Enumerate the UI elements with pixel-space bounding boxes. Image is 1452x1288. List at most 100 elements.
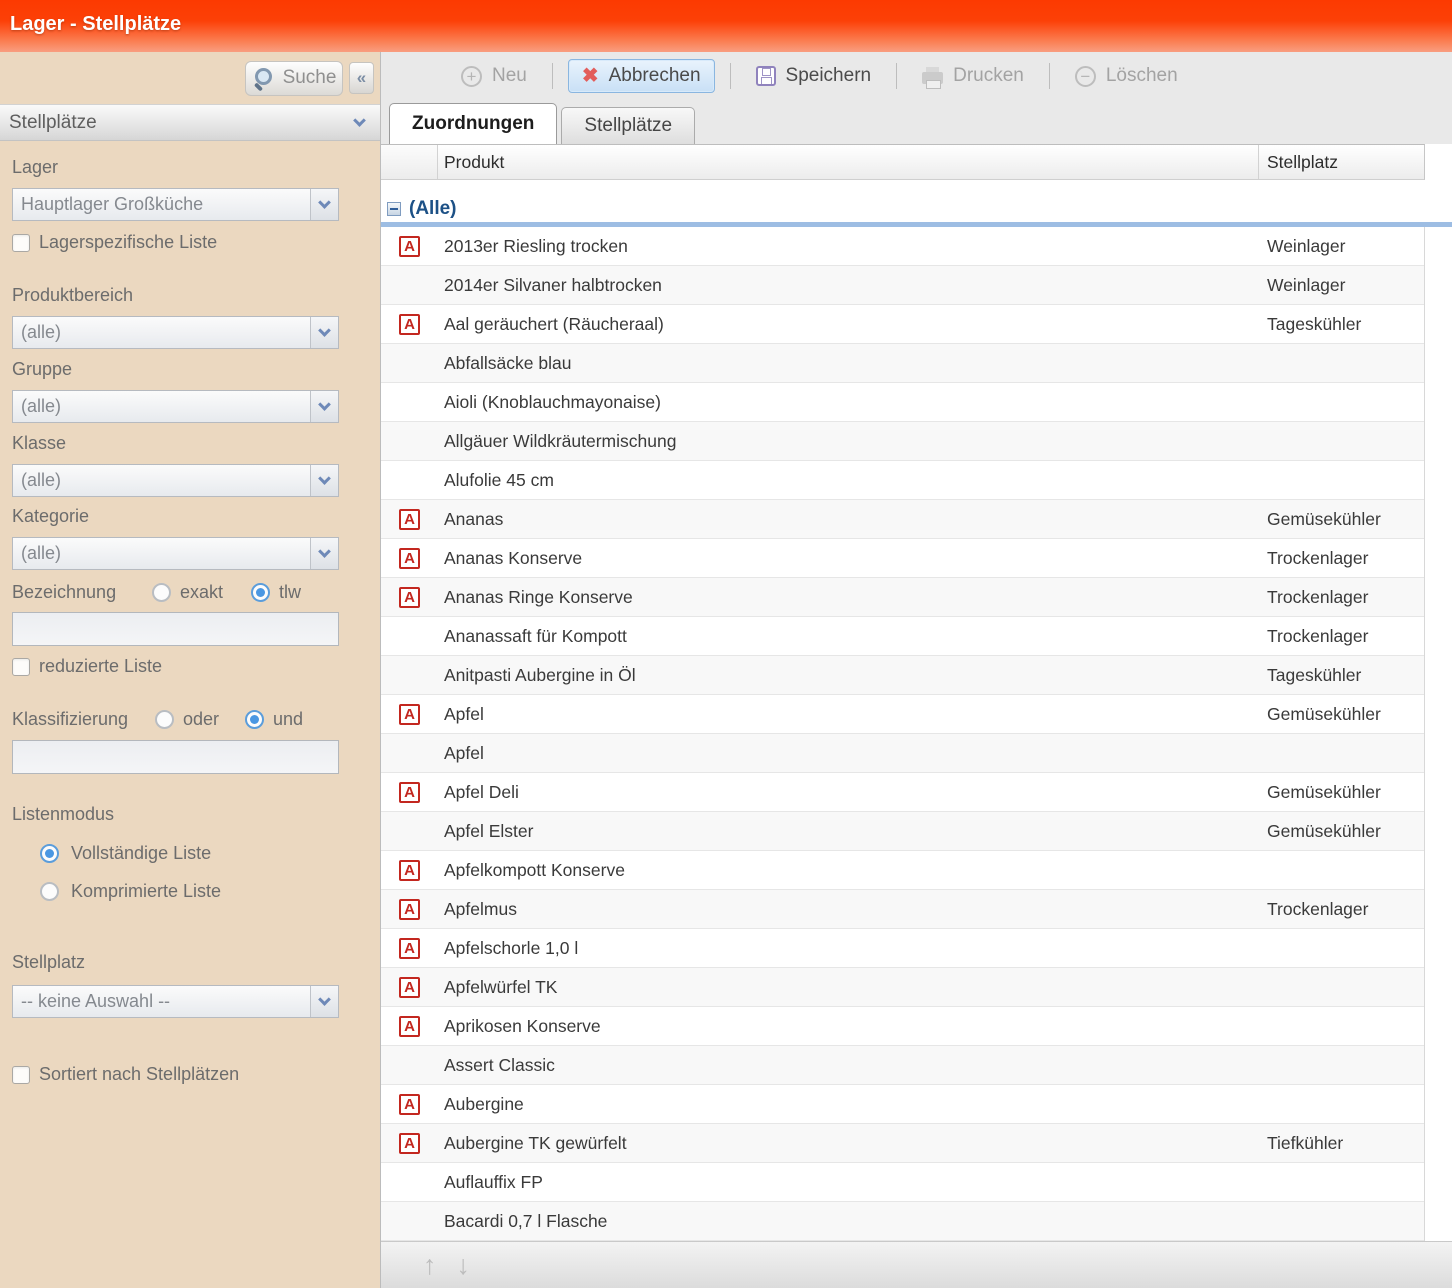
search-button[interactable]: Suche <box>245 61 343 96</box>
produktbereich-select[interactable]: (alle) <box>12 316 339 349</box>
klassifizierung-und-radio[interactable] <box>245 710 264 729</box>
drucken-button[interactable]: Drucken <box>912 60 1034 92</box>
produkt-cell: Apfelwürfel TK <box>438 977 1259 998</box>
table-row[interactable]: 2014er Silvaner halbtrocken Weinlager <box>381 266 1424 305</box>
table-row[interactable]: Anitpasti Aubergine in Öl Tageskühler <box>381 656 1424 695</box>
speichern-button[interactable]: Speichern <box>746 60 882 92</box>
allergen-flag-icon: A <box>399 782 420 803</box>
bezeichnung-tlw-radio[interactable] <box>251 583 270 602</box>
bezeichnung-input[interactable] <box>12 612 339 646</box>
table-row[interactable]: A Apfelschorle 1,0 l <box>381 929 1424 968</box>
stellplatz-cell: Weinlager <box>1259 236 1425 257</box>
produkt-cell: Apfel Elster <box>438 821 1259 842</box>
klassifizierung-oder-radio[interactable] <box>155 710 174 729</box>
kategorie-select[interactable]: (alle) <box>12 537 339 570</box>
toolbar-separator <box>896 63 897 89</box>
toolbar-separator <box>1049 63 1050 89</box>
table-row[interactable]: A 2013er Riesling trocken Weinlager <box>381 227 1424 266</box>
stellplatz-select[interactable]: -- keine Auswahl -- <box>12 985 339 1018</box>
sidebar-panel-header[interactable]: Stellplätze <box>0 104 380 141</box>
kategorie-label: Kategorie <box>12 506 380 527</box>
produkt-cell: Aubergine TK gewürfelt <box>438 1133 1259 1154</box>
produkt-column-header[interactable]: Produkt <box>438 145 1259 179</box>
table-row[interactable]: A Apfel Gemüsekühler <box>381 695 1424 734</box>
stellplatz-cell: Tiefkühler <box>1259 1133 1425 1154</box>
sidebar-collapse-button[interactable]: « <box>349 62 374 94</box>
table-row[interactable]: Allgäuer Wildkräutermischung <box>381 422 1424 461</box>
table-row[interactable]: A Aprikosen Konserve <box>381 1007 1424 1046</box>
bezeichnung-exakt-radio[interactable] <box>152 583 171 602</box>
table-row[interactable]: A Apfelmus Trockenlager <box>381 890 1424 929</box>
vollstaendige-liste-radio[interactable] <box>40 844 59 863</box>
scroll-up-icon[interactable]: ↑ <box>423 1252 437 1279</box>
stellplatz-column-header[interactable]: Stellplatz <box>1259 145 1425 179</box>
group-label: (Alle) <box>409 198 457 220</box>
tabbar: Zuordnungen Stellplätze <box>381 100 1452 144</box>
allergen-flag-icon: A <box>399 977 420 998</box>
table-row[interactable]: Abfallsäcke blau <box>381 344 1424 383</box>
table-row[interactable]: Ananassaft für Kompott Trockenlager <box>381 617 1424 656</box>
scroll-down-icon[interactable]: ↓ <box>457 1252 471 1279</box>
vollstaendige-liste-label: Vollständige Liste <box>71 843 211 864</box>
klasse-select[interactable]: (alle) <box>12 464 339 497</box>
sortiert-checkbox[interactable] <box>12 1066 30 1084</box>
table-row[interactable]: A Apfelkompott Konserve <box>381 851 1424 890</box>
table-row[interactable]: Auflauffix FP <box>381 1163 1424 1202</box>
collapse-icon: « <box>357 68 366 88</box>
table-row[interactable]: Aioli (Knoblauchmayonaise) <box>381 383 1424 422</box>
table-row[interactable]: Bacardi 0,7 l Flasche <box>381 1202 1424 1241</box>
allergen-flag-icon: A <box>399 548 420 569</box>
tab-stellplaetze[interactable]: Stellplätze <box>561 107 695 144</box>
produkt-cell: Apfel Deli <box>438 782 1259 803</box>
produkt-cell: Ananas <box>438 509 1259 530</box>
neu-button[interactable]: + Neu <box>451 60 537 92</box>
flag-column-header <box>381 145 438 179</box>
produkt-cell: Ananas Konserve <box>438 548 1259 569</box>
produkt-cell: Apfelschorle 1,0 l <box>438 938 1259 959</box>
tab-zuordnungen[interactable]: Zuordnungen <box>389 103 557 144</box>
table-row[interactable]: Alufolie 45 cm <box>381 461 1424 500</box>
produkt-cell: Anitpasti Aubergine in Öl <box>438 665 1259 686</box>
table-row[interactable]: Assert Classic <box>381 1046 1424 1085</box>
produkt-cell: Aioli (Knoblauchmayonaise) <box>438 392 1259 413</box>
abbrechen-button[interactable]: ✖ Abbrechen <box>568 59 715 93</box>
minus-circle-icon: − <box>1075 66 1096 87</box>
bezeichnung-label: Bezeichnung <box>12 582 152 603</box>
klassifizierung-input[interactable] <box>12 740 339 774</box>
komprimierte-liste-radio[interactable] <box>40 882 59 901</box>
group-row-alle[interactable]: (Alle) <box>381 195 1452 222</box>
search-icon <box>252 67 275 90</box>
produkt-cell: Aal geräuchert (Räucheraal) <box>438 314 1259 335</box>
chevron-down-icon <box>318 545 331 558</box>
sortiert-label: Sortiert nach Stellplätzen <box>39 1064 239 1085</box>
table-row[interactable]: A Ananas Gemüsekühler <box>381 500 1424 539</box>
allergen-flag-icon: A <box>399 1133 420 1154</box>
table-row[interactable]: Apfel <box>381 734 1424 773</box>
klassifizierung-und-label: und <box>273 709 303 730</box>
table-row[interactable]: A Aubergine <box>381 1085 1424 1124</box>
table-row[interactable]: Apfel Elster Gemüsekühler <box>381 812 1424 851</box>
loeschen-button[interactable]: − Löschen <box>1065 60 1188 92</box>
produkt-cell: Bacardi 0,7 l Flasche <box>438 1211 1259 1232</box>
stellplatz-cell: Weinlager <box>1259 275 1425 296</box>
reduzierte-liste-checkbox[interactable] <box>12 658 30 676</box>
table-row[interactable]: A Aubergine TK gewürfelt Tiefkühler <box>381 1124 1424 1163</box>
table-row[interactable]: A Aal geräuchert (Räucheraal) Tageskühle… <box>381 305 1424 344</box>
lagerspezifische-checkbox[interactable] <box>12 234 30 252</box>
table-row[interactable]: A Ananas Ringe Konserve Trockenlager <box>381 578 1424 617</box>
toolbar-separator <box>552 63 553 89</box>
floppy-disk-icon <box>756 66 776 86</box>
table-row[interactable]: A Apfel Deli Gemüsekühler <box>381 773 1424 812</box>
listenmodus-label: Listenmodus <box>12 804 380 825</box>
lager-select[interactable]: Hauptlager Großküche <box>12 188 339 221</box>
klassifizierung-oder-label: oder <box>183 709 219 730</box>
table-row[interactable]: A Apfelwürfel TK <box>381 968 1424 1007</box>
chevron-down-icon <box>318 472 331 485</box>
table-row[interactable]: A Ananas Konserve Trockenlager <box>381 539 1424 578</box>
allergen-flag-icon: A <box>399 587 420 608</box>
bezeichnung-exakt-label: exakt <box>180 582 223 603</box>
produktbereich-label: Produktbereich <box>12 285 380 306</box>
chevron-down-icon <box>318 324 331 337</box>
collapse-group-icon[interactable] <box>387 202 401 216</box>
gruppe-select[interactable]: (alle) <box>12 390 339 423</box>
